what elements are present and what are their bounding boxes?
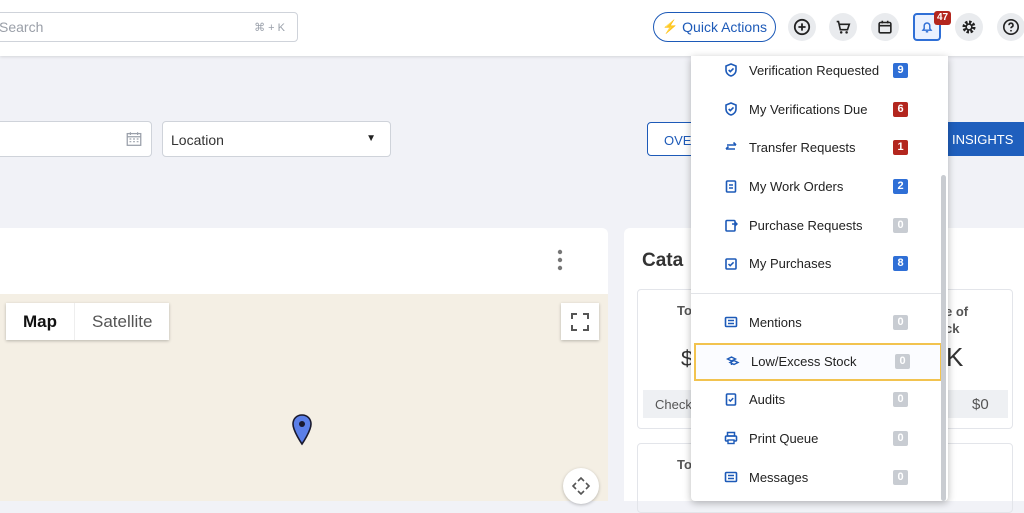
- search-input[interactable]: Search ⌘ + K: [0, 12, 298, 42]
- calendar-icon: [126, 132, 142, 146]
- notification-count-badge: 0: [893, 392, 908, 407]
- calendar-button[interactable]: [871, 13, 899, 41]
- notification-item-my-purchases[interactable]: My Purchases 8: [691, 245, 941, 283]
- notification-item-label: My Purchases: [749, 256, 832, 271]
- plus-circle-icon: [793, 18, 811, 36]
- pan-arrows-icon: [571, 476, 591, 496]
- stat-title-2-line1: e of: [945, 304, 969, 319]
- notification-item-audits[interactable]: Audits 0: [691, 381, 941, 419]
- fullscreen-button[interactable]: [561, 303, 599, 340]
- stat-sub-value-2: $0: [944, 390, 1008, 418]
- stat-title: To: [677, 303, 692, 318]
- notification-item-label: Transfer Requests: [749, 140, 856, 155]
- map-view-button[interactable]: Map: [6, 303, 75, 340]
- notification-item-mentions[interactable]: Mentions 0: [691, 304, 941, 342]
- fullscreen-icon: [571, 312, 589, 331]
- notification-item-messages[interactable]: Messages 0: [691, 459, 941, 497]
- date-range-input[interactable]: [0, 121, 152, 157]
- notification-count-badge: 9: [893, 63, 908, 78]
- satellite-view-button[interactable]: Satellite: [75, 303, 169, 340]
- notification-count-badge: 0: [893, 315, 908, 330]
- dropdown-divider: [691, 293, 941, 294]
- cart-button[interactable]: [829, 13, 857, 41]
- notification-count-badge: 0: [893, 431, 908, 446]
- notification-item-label: My Work Orders: [749, 179, 844, 194]
- location-select-label: Location: [171, 132, 224, 148]
- notification-item-verification-requested[interactable]: Verification Requested 9: [691, 56, 941, 90]
- clipboard-check-icon: [725, 393, 737, 406]
- notification-item-transfer-requests[interactable]: Transfer Requests 1: [691, 129, 941, 167]
- stat-check-button[interactable]: Check: [643, 390, 693, 418]
- notification-count-badge: 2: [893, 179, 908, 194]
- quick-actions-button[interactable]: ⚡ Quick Actions: [653, 12, 776, 42]
- clipboard-arrow-icon: [725, 219, 738, 232]
- add-button[interactable]: [788, 13, 816, 41]
- help-button[interactable]: [997, 13, 1024, 41]
- stat-value-2: K: [946, 342, 964, 372]
- gear-icon: [962, 20, 976, 34]
- map-type-toggle: Map Satellite: [6, 303, 170, 340]
- notifications-dropdown: Verification Requested 9 My Verifications …: [691, 56, 948, 501]
- catalog-title: Cata: [642, 250, 684, 271]
- notification-item-label: Purchase Requests: [749, 218, 863, 233]
- notification-count-badge: 0: [895, 354, 910, 369]
- search-shortcut: ⌘ + K: [254, 22, 285, 34]
- message-lines-icon: [724, 471, 738, 483]
- bell-icon: [921, 22, 933, 33]
- notification-count-badge: 8: [893, 256, 908, 271]
- settings-button[interactable]: [955, 13, 983, 41]
- boxes-icon: [726, 356, 740, 366]
- calendar-icon: [878, 20, 892, 34]
- notification-item-print-queue[interactable]: Print Queue 0: [691, 420, 941, 458]
- lightning-icon: ⚡: [661, 19, 679, 34]
- notification-item-label: Low/Excess Stock: [751, 354, 857, 369]
- notification-item-label: Mentions: [749, 315, 802, 330]
- notification-item-low-excess-stock[interactable]: Low/Excess Stock 0: [694, 343, 942, 381]
- notification-item-my-work-orders[interactable]: My Work Orders 2: [691, 168, 941, 206]
- quick-actions-label: Quick Actions: [682, 19, 767, 35]
- search-placeholder: Search: [0, 19, 44, 35]
- notification-item-purchase-requests[interactable]: Purchase Requests 0: [691, 207, 941, 245]
- shield-check-icon: [725, 102, 737, 116]
- cart-icon: [836, 20, 851, 34]
- stat-title-3: To: [677, 457, 692, 472]
- caret-down-icon: ▼: [366, 133, 376, 144]
- notification-item-label: My Verifications Due: [749, 102, 868, 117]
- tab-insights[interactable]: INSIGHTS: [940, 122, 1024, 156]
- stat-title-2: e of ck: [945, 303, 968, 337]
- clipboard-list-icon: [725, 180, 737, 193]
- notification-item-label: Audits: [749, 392, 786, 407]
- shield-check-icon: [725, 63, 737, 77]
- map-pin-icon[interactable]: [291, 414, 313, 446]
- notification-count-badge: 0: [893, 470, 908, 485]
- printer-icon: [724, 431, 738, 445]
- notification-count-badge: 47: [934, 11, 952, 25]
- notification-item-label: Print Queue: [749, 431, 819, 446]
- message-lines-icon: [724, 316, 738, 328]
- calendar-check-icon: [725, 258, 737, 270]
- notification-item-my-verifications-due[interactable]: My Verifications Due 6: [691, 91, 941, 129]
- notification-count-badge: 0: [893, 218, 908, 233]
- notification-count-badge: 1: [893, 140, 908, 155]
- help-icon: [1002, 18, 1020, 36]
- more-options-icon[interactable]: [555, 248, 565, 272]
- notification-count-badge: 6: [893, 102, 908, 117]
- location-select[interactable]: Location ▼: [162, 121, 391, 157]
- notification-item-label: Verification Requested: [749, 63, 880, 78]
- notification-item-label: Messages: [749, 470, 809, 485]
- transfer-arrows-icon: [725, 141, 737, 150]
- map-pan-control[interactable]: [563, 468, 599, 504]
- dropdown-scrollbar[interactable]: [941, 175, 946, 501]
